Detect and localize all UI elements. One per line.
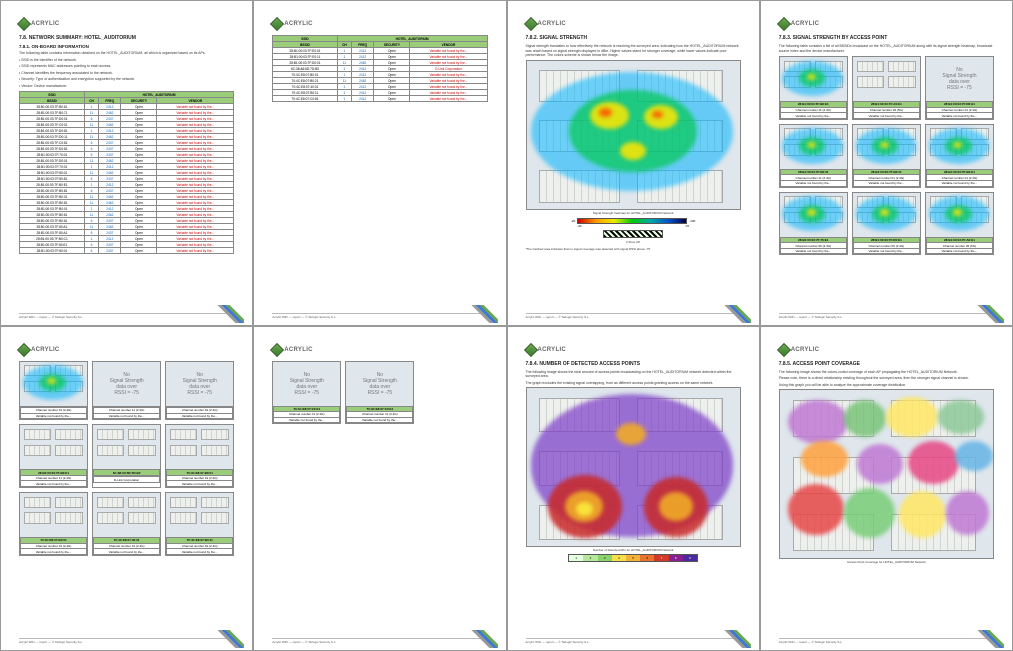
ap-thumbnail: 28:B1:00:03:7F:B0:E1Channel number 01 (2… bbox=[925, 124, 994, 188]
logo: ACRYLIC bbox=[779, 19, 994, 29]
page-5: ACRYLIC Channel number 01 (2.4G)Variable… bbox=[0, 326, 253, 651]
page-footer: Acrylic WiFi — report — © Tarlogic Secur… bbox=[272, 313, 487, 319]
intro-paragraph: Signal strength translates to how effect… bbox=[526, 44, 741, 58]
ap-thumbnail: 70:4C:E8:07:B0:11Channel number 01 (2.4G… bbox=[165, 492, 234, 556]
heatmap-caption: Access Point Coverage for HOTEL_AUDITORI… bbox=[779, 560, 994, 564]
ap-thumbnail: 70:4C:E8:07:40:01Channel number 01 (2.4G… bbox=[92, 492, 161, 556]
bullet: • Security: Type of authentication and e… bbox=[19, 77, 234, 82]
intro-paragraph: Using this graph you will be able to ana… bbox=[779, 383, 994, 388]
ap-thumbnail: No Signal Strength data over RSSI = -75C… bbox=[92, 361, 161, 421]
logo: ACRYLIC bbox=[526, 345, 741, 355]
ap-thumbnail: 70:4C:E8:07:B0:01Channel number 01 (2.4G… bbox=[165, 424, 234, 488]
bullet: • Vendor: Device manufacturer. bbox=[19, 84, 234, 89]
ap-thumbnail: Channel number 01 (2.4G)Variable not fou… bbox=[19, 361, 88, 421]
section-title: 7.8.5. ACCESS POINT COVERAGE bbox=[779, 361, 994, 367]
ap-thumbnail: No Signal Strength data over RSSI = -75C… bbox=[165, 361, 234, 421]
page-7: ACRYLIC 7.8.4. NUMBER OF DETECTED ACCESS… bbox=[507, 326, 760, 651]
ap-thumbnail: No Signal Strength data over RSSI = -752… bbox=[925, 56, 994, 120]
ap-thumbnail-grid: 70:4C:E8:07:B0:01Channel number 01 (2.4G… bbox=[19, 492, 234, 556]
no-signal-legend-icon bbox=[603, 230, 663, 238]
page-4: ACRYLIC 7.8.3. SIGNAL STRENGTH BY ACCESS… bbox=[760, 0, 1013, 326]
section-title: 7.8. NETWORK SUMMARY: HOTEL_AUDITORIUM bbox=[19, 35, 234, 41]
count-scale: 123456789 bbox=[568, 554, 698, 562]
footnote: *The hatched area indicates that no sign… bbox=[526, 248, 741, 252]
ap-thumbnail: 28:B1:00:03:7F:B0:E1Channel number 11 (2… bbox=[19, 424, 88, 488]
ap-thumbnail-grid: No Signal Strength data over RSSI = -757… bbox=[272, 361, 487, 425]
bullet: • SSID represents MAC addresses pointing… bbox=[19, 64, 234, 69]
page-6: ACRYLIC No Signal Strength data over RSS… bbox=[253, 326, 506, 651]
ap-thumbnail: 28:B1:00:03:7F:B0:E1Channel number 11 (2… bbox=[779, 56, 848, 120]
ap-thumbnail: No Signal Strength data over RSSI = -757… bbox=[272, 361, 341, 425]
ap-thumbnail: 28:B1:00:03:7F:70:E1Channel number 06 (2… bbox=[779, 192, 848, 256]
ap-thumbnail: 28:B1:00:03:7F:D0:E1Channel number 06 (2… bbox=[852, 192, 921, 256]
subsection-title: 7.8.1. ON-BOARD INFORMATION bbox=[19, 44, 234, 49]
ap-thumbnail: No Signal Strength data over RSSI = -757… bbox=[345, 361, 414, 425]
page-footer: Acrylic WiFi — report — © Tarlogic Secur… bbox=[779, 638, 994, 644]
heatmap-caption: Signal Strength heatmap for HOTEL_AUDITO… bbox=[526, 211, 741, 215]
logo: ACRYLIC bbox=[272, 345, 487, 355]
legend-label: 2 Floor AP bbox=[526, 240, 741, 244]
intro-paragraph: Please note, there is a direct relations… bbox=[779, 376, 994, 381]
page-footer: Acrylic WiFi — report — © Tarlogic Secur… bbox=[526, 313, 741, 319]
section-title: 7.8.3. SIGNAL STRENGTH BY ACCESS POINT bbox=[779, 35, 994, 41]
heatmap-caption: Number of Detected APs for HOTEL_AUDITOR… bbox=[526, 548, 741, 552]
ap-thumbnail: 6C:38:A6:6D:7D:B0D-Link Corporation bbox=[92, 424, 161, 488]
intro-paragraph: The following table contains information… bbox=[19, 51, 234, 56]
ap-thumbnail: 28:B1:00:03:7F:A0:E1Channel number 36 (5… bbox=[925, 192, 994, 256]
intro-paragraph: The following image shows the colors-cod… bbox=[779, 370, 994, 375]
coverage-heatmap bbox=[779, 389, 994, 559]
ap-count-heatmap bbox=[526, 387, 741, 547]
logo: ACRYLIC bbox=[19, 19, 234, 29]
page-1: ACRYLIC 7.8. NETWORK SUMMARY: HOTEL_AUDI… bbox=[0, 0, 253, 326]
logo: ACRYLIC bbox=[19, 345, 234, 355]
ap-thumbnail-grid: Channel number 01 (2.4G)Variable not fou… bbox=[19, 361, 234, 421]
page-footer: Acrylic WiFi — report — © Tarlogic Secur… bbox=[526, 638, 741, 644]
page-footer: Acrylic WiFi — report — © Tarlogic Secur… bbox=[779, 313, 994, 319]
intro-paragraph: The following table contains a list of a… bbox=[779, 44, 994, 53]
bullet: • SSID is the identifier of the network. bbox=[19, 58, 234, 63]
page-3: ACRYLIC 7.8.2. SIGNAL STRENGTH Signal st… bbox=[507, 0, 760, 326]
page-footer: Acrylic WiFi — report — © Tarlogic Secur… bbox=[19, 313, 234, 319]
intro-paragraph: The following image shows the total amou… bbox=[526, 370, 741, 379]
ap-thumbnail: 28:B1:00:03:7F:B0:01Channel number 11 (2… bbox=[779, 124, 848, 188]
logo: ACRYLIC bbox=[779, 345, 994, 355]
network-table-cont: SSIDHOTEL_AUDITORIUM BSSIDCHFREQSECURITY… bbox=[272, 35, 487, 102]
logo: ACRYLIC bbox=[526, 19, 741, 29]
page-8: ACRYLIC 7.8.5. ACCESS POINT COVERAGE The… bbox=[760, 326, 1013, 651]
section-title: 7.8.4. NUMBER OF DETECTED ACCESS POINTS bbox=[526, 361, 741, 367]
network-table: SSIDHOTEL_AUDITORIUM BSSIDCHFREQSECURITY… bbox=[19, 91, 234, 254]
signal-heatmap bbox=[526, 60, 741, 210]
intro-paragraph: The graph excludes the existing signal o… bbox=[526, 381, 741, 386]
page-2: ACRYLIC SSIDHOTEL_AUDITORIUM BSSIDCHFREQ… bbox=[253, 0, 506, 326]
page-grid: ACRYLIC 7.8. NETWORK SUMMARY: HOTEL_AUDI… bbox=[0, 0, 1013, 651]
bullet: • Channel identifies the frequency assoc… bbox=[19, 71, 234, 76]
ap-thumbnail: 28:B1:00:03:7F:A0:E1Channel number 36 (5… bbox=[852, 56, 921, 120]
ap-thumbnail-grid: 28:B1:00:03:7F:B0:E1Channel number 11 (2… bbox=[19, 424, 234, 488]
page-footer: Acrylic WiFi — report — © Tarlogic Secur… bbox=[272, 638, 487, 644]
page-footer: Acrylic WiFi — report — © Tarlogic Secur… bbox=[19, 638, 234, 644]
logo: ACRYLIC bbox=[272, 19, 487, 29]
ap-thumbnail-grid: 28:B1:00:03:7F:B0:E1Channel number 11 (2… bbox=[779, 56, 994, 255]
ap-thumbnail: 70:4C:E8:07:B0:01Channel number 01 (2.4G… bbox=[19, 492, 88, 556]
section-title: 7.8.2. SIGNAL STRENGTH bbox=[526, 35, 741, 41]
ap-thumbnail: 28:B1:00:03:7F:B0:01Channel number 01 (2… bbox=[852, 124, 921, 188]
